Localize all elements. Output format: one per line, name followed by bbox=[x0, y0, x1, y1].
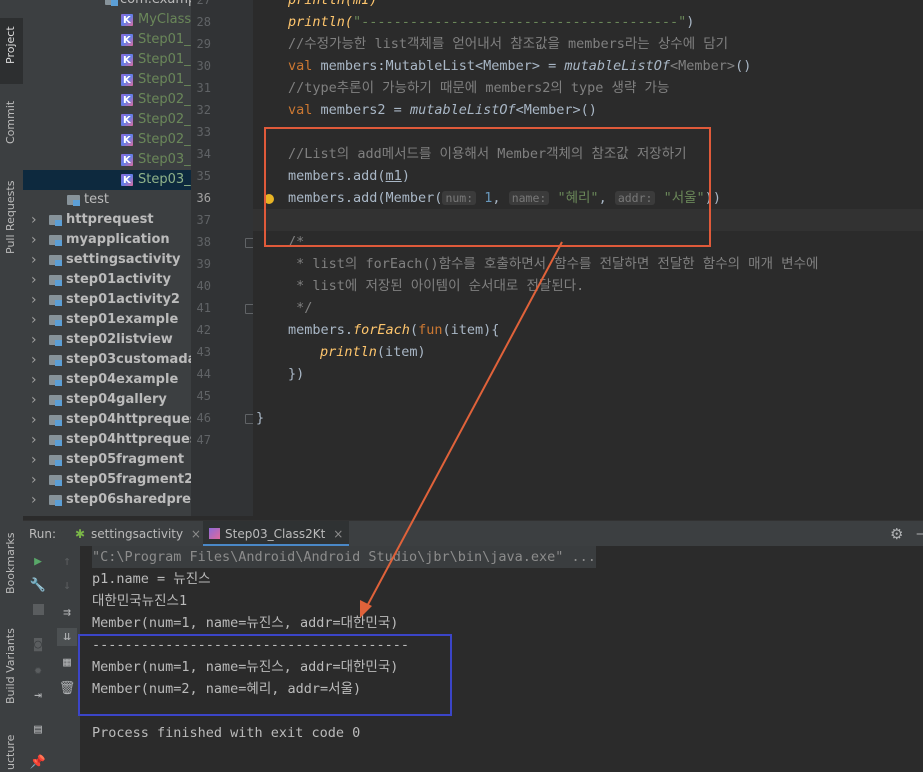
console-highlight-box bbox=[78, 634, 452, 716]
annotation-overlay bbox=[78, 127, 711, 716]
editor-highlight-box bbox=[264, 127, 711, 247]
annotation-arrow bbox=[364, 241, 563, 611]
arrowhead bbox=[360, 600, 372, 618]
